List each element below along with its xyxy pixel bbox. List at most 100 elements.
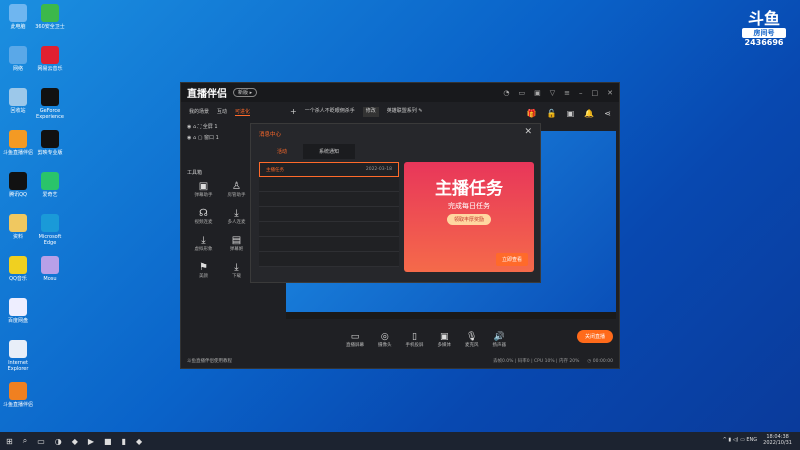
tool-item[interactable]: ⚑ 美颜 bbox=[187, 262, 220, 279]
tool-label: 弹幕助手 bbox=[194, 193, 213, 198]
bottom-tool-icon: ▣ bbox=[439, 332, 449, 342]
taskbar-icon[interactable]: ▮ bbox=[122, 437, 126, 446]
desktop-icon[interactable]: 剪映专业版 bbox=[35, 130, 65, 156]
taskbar-icon[interactable]: ⊞ bbox=[6, 437, 13, 446]
toolbar-icon[interactable]: 🔔 bbox=[584, 109, 594, 118]
desktop-icon[interactable]: 资料 bbox=[3, 214, 33, 240]
desktop-icon-label: 360安全卫士 bbox=[35, 24, 65, 30]
desktop-icon[interactable]: 此电脑 bbox=[3, 4, 33, 30]
toolbar-icon[interactable]: ⋖ bbox=[604, 109, 611, 118]
window-control-icon[interactable]: ▣ bbox=[534, 89, 541, 97]
tool-icon: ⤓ bbox=[201, 235, 206, 246]
window-control-icon[interactable]: ▽ bbox=[550, 89, 555, 97]
desktop-icon[interactable]: 百度网盘 bbox=[3, 298, 33, 324]
app-icon bbox=[41, 214, 59, 232]
desktop-icon[interactable]: 360安全卫士 bbox=[35, 4, 65, 30]
window-control-icon[interactable]: – bbox=[579, 89, 583, 97]
task-banner[interactable]: 主播任务 完成每日任务 领取丰厚奖励 立即查看 bbox=[404, 162, 534, 272]
window-controls: ◔ ▭ ▣ ▽ ≡ – □ ✕ bbox=[503, 89, 613, 97]
bottom-tool[interactable]: ◎ 摄像头 bbox=[378, 332, 392, 348]
app-icon bbox=[9, 46, 27, 64]
window-control-icon[interactable]: ◔ bbox=[503, 89, 509, 97]
tab-system-notice[interactable]: 系统通知 bbox=[303, 144, 356, 159]
tab-1[interactable]: 互动 bbox=[217, 108, 227, 116]
tool-item[interactable]: ♙ 房管助手 bbox=[220, 181, 253, 198]
window-control-icon[interactable]: ▭ bbox=[518, 89, 525, 97]
desktop-icon-label: 爱奇艺 bbox=[42, 192, 58, 198]
app-icon bbox=[41, 88, 59, 106]
desktop-icon[interactable]: Mosu bbox=[35, 256, 65, 282]
add-scene-button[interactable]: + bbox=[290, 107, 297, 117]
desktop-icon-label: Internet Explorer bbox=[7, 360, 29, 372]
left-tabs: 我的场景 互动 可进化 bbox=[181, 103, 286, 121]
app-icon bbox=[9, 130, 27, 148]
window-control-icon[interactable]: ≡ bbox=[564, 89, 570, 97]
desktop-icon[interactable]: 回收站 bbox=[3, 88, 33, 114]
bottom-tool-label: 直播屏幕 bbox=[346, 343, 364, 348]
desktop-icon[interactable]: Microsoft Edge bbox=[35, 214, 65, 246]
bottom-tool-label: 手机投屏 bbox=[405, 343, 424, 348]
tab-2[interactable]: 可进化 bbox=[235, 108, 251, 116]
bottom-tool-icon: 🔊 bbox=[493, 332, 505, 342]
taskbar-icon[interactable]: ▭ bbox=[37, 437, 45, 446]
desktop-icon[interactable]: Internet Explorer bbox=[3, 340, 33, 372]
app-icon bbox=[9, 88, 27, 106]
close-icon[interactable]: ✕ bbox=[524, 127, 532, 137]
list-item[interactable]: 主播任务 2022-03-18 bbox=[259, 162, 399, 177]
desktop-icon[interactable]: 网易云音乐 bbox=[35, 46, 65, 72]
desktop-icon[interactable]: GeForce Experience bbox=[35, 88, 65, 120]
app-icon bbox=[9, 340, 27, 358]
tool-item[interactable]: ⤓ 多人连麦 bbox=[220, 208, 253, 225]
bottom-tool[interactable]: ▣ 多媒体 bbox=[438, 332, 452, 348]
tab-activity[interactable]: 活动 bbox=[261, 144, 303, 159]
bottom-tool[interactable]: 🔊 扬声器 bbox=[493, 332, 507, 348]
bottom-tool-icon: ▭ bbox=[350, 332, 360, 342]
status-bar: 斗鱼直播伴侣使用教程 丢帧0.0% | 码率0 | CPU 10% | 内存 2… bbox=[181, 354, 619, 368]
tutorial-link[interactable]: 斗鱼直播伴侣使用教程 bbox=[187, 358, 232, 364]
taskbar-icon[interactable]: ⌕ bbox=[23, 436, 27, 446]
bottom-tool[interactable]: ▭ 直播屏幕 bbox=[346, 332, 364, 348]
tab-0[interactable]: 我的场景 bbox=[189, 108, 209, 116]
desktop-icon[interactable]: 爱奇艺 bbox=[35, 172, 65, 198]
tool-label: 房管助手 bbox=[227, 193, 246, 198]
bottom-tool[interactable]: 🎙 麦克风 bbox=[465, 332, 479, 348]
tool-label: 多人连麦 bbox=[227, 220, 246, 225]
app-icon bbox=[9, 256, 27, 274]
toolbar-icon[interactable]: ▣ bbox=[567, 109, 575, 118]
desktop-icon[interactable]: 网络 bbox=[3, 46, 33, 72]
taskbar: ⊞ ⌕ ▭ ◑ ◆ ▶ ■ ▮ ◆ ^ ▮ ◁) ▭ ENG 18:04:38 2022/10/3… bbox=[0, 432, 800, 450]
desktop-icon-label: 网易云音乐 bbox=[37, 66, 63, 72]
desktop-icon[interactable]: 斗鱼直播伴侣 bbox=[3, 130, 33, 156]
taskbar-icon[interactable]: ▶ bbox=[88, 437, 94, 446]
stop-live-button[interactable]: 关闭直播 bbox=[576, 330, 613, 343]
desktop-icon[interactable]: QQ音乐 bbox=[3, 256, 33, 282]
desktop-icon[interactable]: 斗鱼直播伴侣 bbox=[3, 382, 33, 408]
clock-date[interactable]: 2022/10/31 bbox=[763, 440, 792, 446]
window-control-icon[interactable]: ✕ bbox=[607, 89, 613, 97]
desktop-icon-label: 腾讯QQ bbox=[9, 192, 27, 198]
taskbar-icon[interactable]: ◆ bbox=[136, 437, 142, 446]
version-button[interactable]: 新版 ▸ bbox=[233, 88, 258, 97]
edit-tag[interactable]: 修改 bbox=[362, 107, 379, 117]
taskbar-icon[interactable]: ◑ bbox=[55, 437, 62, 446]
desktop-icon[interactable]: 腾讯QQ bbox=[3, 172, 33, 198]
desktop-icon-label: QQ音乐 bbox=[9, 276, 27, 282]
tool-label: 视频连麦 bbox=[194, 220, 213, 225]
category[interactable]: 英雄联盟系列 ✎ bbox=[387, 107, 423, 117]
toolbar-icon[interactable]: 🎁 bbox=[527, 109, 537, 118]
tool-item[interactable]: ⤓ 下载 bbox=[220, 262, 253, 279]
tool-label: 虚拟形象 bbox=[194, 247, 213, 252]
tool-item[interactable]: ⤓ 虚拟形象 bbox=[187, 235, 220, 252]
taskbar-icon[interactable]: ◆ bbox=[72, 437, 78, 446]
tool-item[interactable]: ▤ 弹幕姬 bbox=[220, 235, 253, 252]
tool-item[interactable]: ▣ 弹幕助手 bbox=[187, 181, 220, 198]
toolbar-icon[interactable]: 🔓 bbox=[547, 109, 557, 118]
tool-item[interactable]: ☊ 视频连麦 bbox=[187, 208, 220, 225]
stream-title[interactable]: 一个杀人不眨眼佣杀手 bbox=[305, 107, 355, 117]
bottom-tool[interactable]: ▯ 手机投屏 bbox=[406, 332, 424, 348]
desktop-icon-label: 斗鱼直播伴侣 bbox=[3, 150, 34, 156]
system-tray: ^ ▮ ◁) ▭ ENG 18:04:38 2022/10/31 bbox=[722, 434, 792, 446]
view-now-button[interactable]: 立即查看 bbox=[495, 253, 528, 266]
taskbar-icon[interactable]: ■ bbox=[104, 437, 112, 446]
window-control-icon[interactable]: □ bbox=[592, 89, 599, 97]
